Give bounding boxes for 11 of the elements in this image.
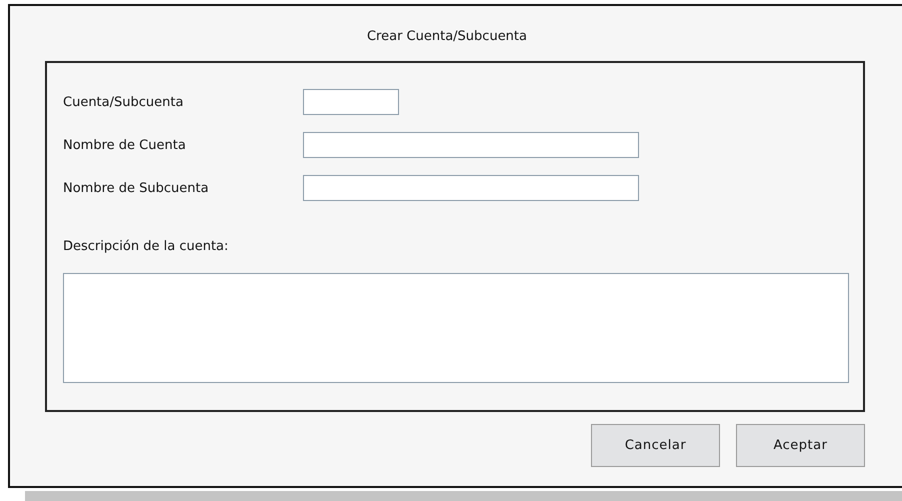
field-label: Nombre de Subcuenta <box>63 180 210 196</box>
cancel-button[interactable]: Cancelar <box>591 424 720 467</box>
description-label: Descripción de la cuenta: <box>63 239 230 254</box>
field-label: Cuenta/Subcuenta <box>63 94 184 110</box>
input-field[interactable] <box>303 132 639 158</box>
window-title: Crear Cuenta/Subcuenta <box>366 29 527 44</box>
input-field[interactable] <box>303 175 639 201</box>
input-field[interactable] <box>303 89 399 115</box>
field-label: Nombre de Cuenta <box>63 138 187 152</box>
description-field[interactable] <box>63 273 849 383</box>
accept-button[interactable]: Aceptar <box>736 424 865 467</box>
